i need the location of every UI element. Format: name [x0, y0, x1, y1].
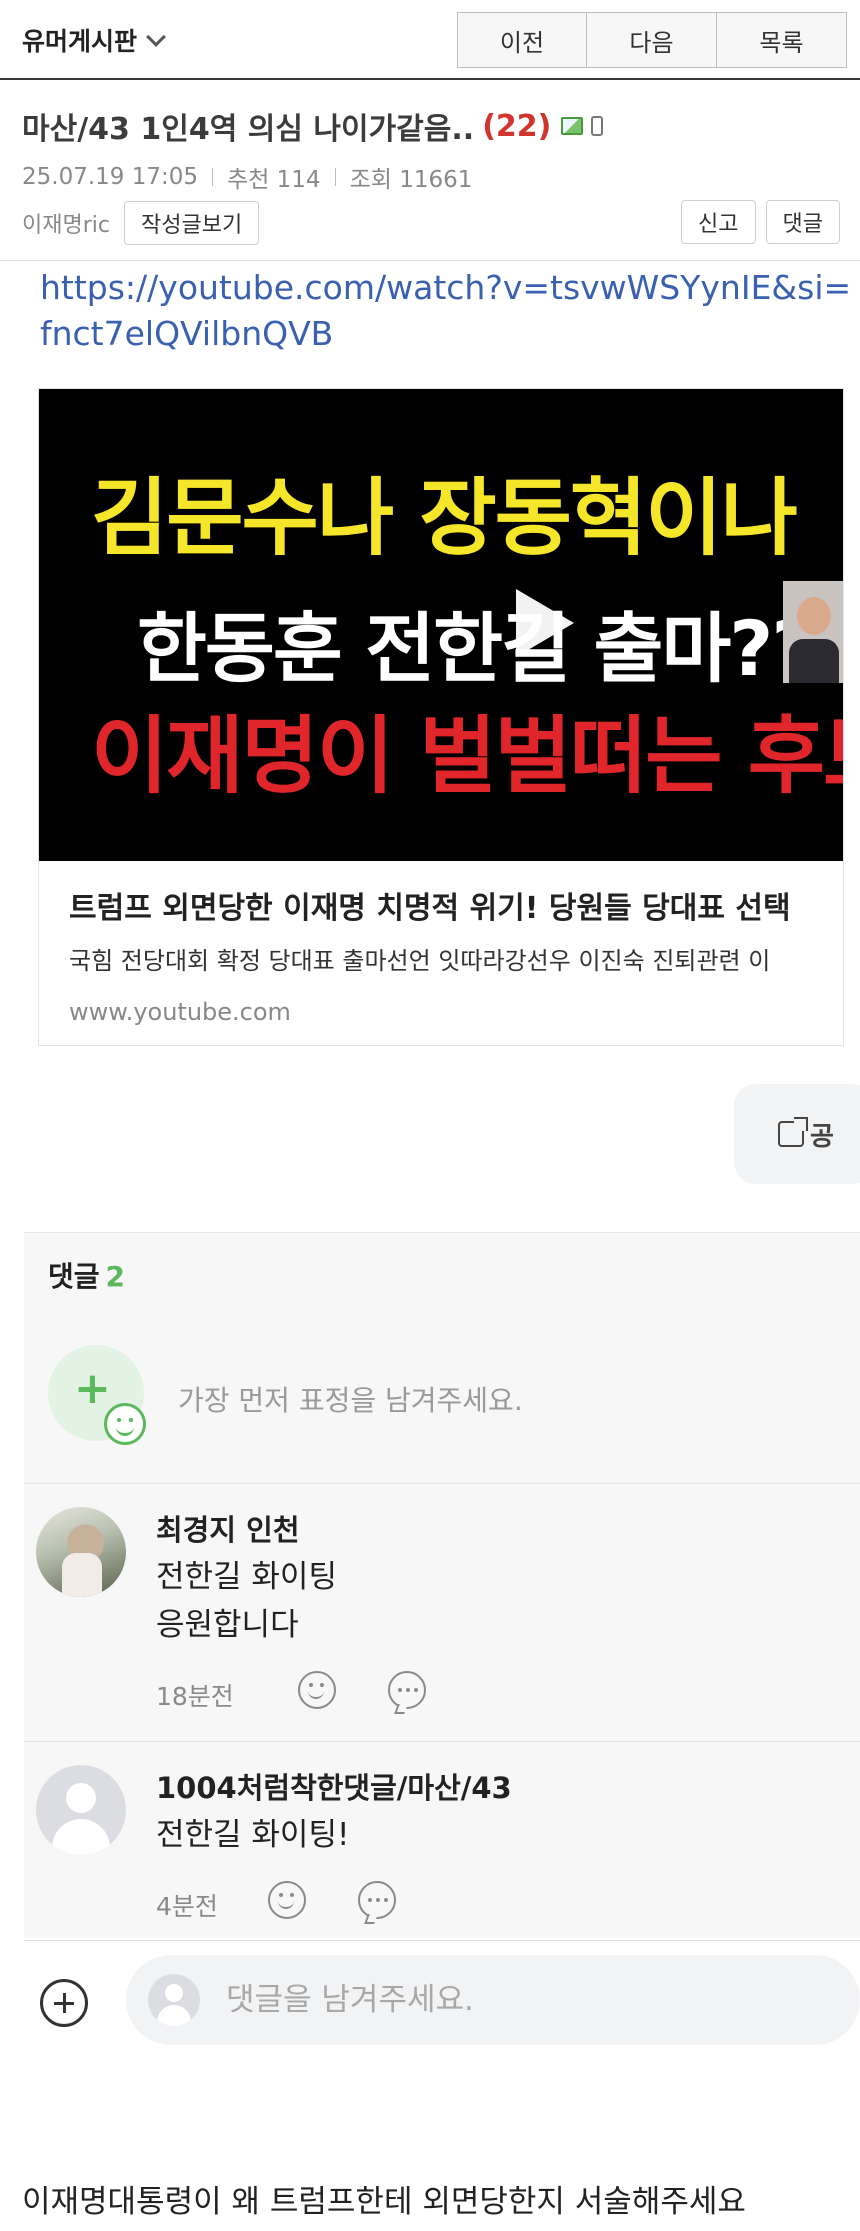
- view-posts-button[interactable]: 작성글보기: [123, 201, 260, 245]
- video-preview-card[interactable]: 김문수나 장동혁이나 한동훈 전한길 출마?? 이재명이 벌벌떠는 후보 트럼프…: [38, 388, 844, 1046]
- board-title: 유머게시판: [22, 27, 138, 56]
- post-actions: 신고 댓글: [681, 200, 840, 244]
- reply-bubble-icon[interactable]: [358, 1881, 396, 1919]
- comment-author[interactable]: 최경지 인천: [156, 1507, 300, 1549]
- video-thumbnail[interactable]: 김문수나 장동혁이나 한동훈 전한길 출마?? 이재명이 벌벌떠는 후보: [39, 389, 844, 861]
- comment-header: 댓글 2: [48, 1255, 125, 1295]
- prev-button[interactable]: 이전: [457, 12, 587, 68]
- avatar[interactable]: [36, 1507, 126, 1597]
- thumbnail-caption-3: 이재명이 벌벌떠는 후보: [91, 707, 844, 805]
- comment-input[interactable]: [226, 1982, 786, 2018]
- comment-input-bar: [24, 1940, 860, 2066]
- chevron-down-icon: [146, 27, 166, 47]
- top-bar: 유머게시판 이전 다음 목록: [0, 0, 860, 80]
- post-meta: 25.07.19 17:05 추천 114 조회 11661: [22, 160, 472, 194]
- reply-button[interactable]: 댓글: [765, 200, 840, 244]
- meta-divider: [334, 168, 336, 186]
- comment-header-label: 댓글: [48, 1260, 100, 1293]
- report-button[interactable]: 신고: [681, 200, 756, 244]
- post-title-text: 마산/43 1인4역 의심 나이가같음..: [22, 112, 475, 147]
- author-row: 이재명ric 작성글보기 신고 댓글: [22, 200, 840, 246]
- comment-input-box[interactable]: [126, 1955, 860, 2045]
- smile-icon[interactable]: [268, 1881, 306, 1919]
- list-button[interactable]: 목록: [717, 12, 847, 68]
- comment-header-count: 2: [105, 1260, 126, 1293]
- divider: [0, 260, 860, 261]
- recommend-count: 추천 114: [227, 167, 321, 193]
- post-date: 25.07.19: [22, 164, 125, 190]
- post-time: 17:05: [131, 164, 199, 190]
- next-button[interactable]: 다음: [587, 12, 717, 68]
- divider: [24, 1741, 860, 1742]
- video-card-body: 트럼프 외면당한 이재명 치명적 위기! 당원들 당대표 선택 국힘 전당대회 …: [39, 861, 843, 1045]
- post-navigation: 이전 다음 목록: [457, 12, 847, 68]
- play-icon[interactable]: [516, 589, 574, 657]
- video-url: www.youtube.com: [69, 998, 291, 1026]
- comment-text: 전한길 화이팅: [156, 1559, 337, 1595]
- comment-text: 전한길 화이팅!: [156, 1817, 350, 1853]
- reply-bubble-icon[interactable]: [388, 1671, 426, 1709]
- share-icon: [778, 1117, 808, 1147]
- comment-section: 댓글 2 + 가장 먼저 표정을 남겨주세요. 최경지 인천 전한길 화이팅 응원…: [24, 1232, 860, 1938]
- thumbnail-caption-2: 한동훈 전한길 출마??: [137, 604, 815, 693]
- author-name[interactable]: 이재명ric: [22, 207, 110, 239]
- video-title: 트럼프 외면당한 이재명 치명적 위기! 당원들 당대표 선택: [69, 891, 791, 926]
- comment-count[interactable]: (22): [482, 109, 551, 144]
- smile-icon[interactable]: [298, 1671, 336, 1709]
- video-description: 국힘 전당대회 확정 당대표 출마선언 잇따라강선우 이진숙 진퇴관련 이: [69, 947, 771, 975]
- view-count: 조회 11661: [349, 167, 473, 193]
- youtube-link[interactable]: https://youtube.com/watch?v=tsvwWSYynIE&…: [40, 265, 860, 357]
- post-title: 마산/43 1인4역 의심 나이가같음.. (22): [22, 104, 604, 148]
- thumbnail-person-image: [783, 581, 843, 683]
- comment-text: 응원합니다: [156, 1607, 299, 1643]
- add-reaction-button[interactable]: +: [48, 1345, 146, 1445]
- meta-divider: [212, 168, 214, 186]
- divider: [24, 1483, 860, 1484]
- reaction-prompt: 가장 먼저 표정을 남겨주세요.: [178, 1384, 523, 1417]
- post-body-text: 이재명대통령이 왜 트럼프한테 외면당한지 서술해주세요: [22, 2184, 746, 2220]
- comment-author[interactable]: 1004처럼착한댓글/마산/43: [156, 1765, 512, 1807]
- comment-time: 4분전: [156, 1892, 218, 1921]
- avatar: [148, 1974, 200, 2026]
- avatar[interactable]: [36, 1765, 126, 1855]
- share-button[interactable]: 공: [734, 1084, 860, 1184]
- comment-time: 18분전: [156, 1682, 234, 1711]
- smile-icon: [104, 1403, 146, 1445]
- board-selector[interactable]: 유머게시판: [22, 22, 166, 58]
- plus-icon: +: [74, 1363, 111, 1414]
- thumbnail-caption-1: 김문수나 장동혁이나: [91, 469, 798, 567]
- share-label: 공: [810, 1121, 834, 1152]
- mobile-icon: [591, 116, 604, 136]
- add-attachment-icon[interactable]: [40, 1979, 88, 2027]
- image-attachment-icon: [561, 117, 584, 135]
